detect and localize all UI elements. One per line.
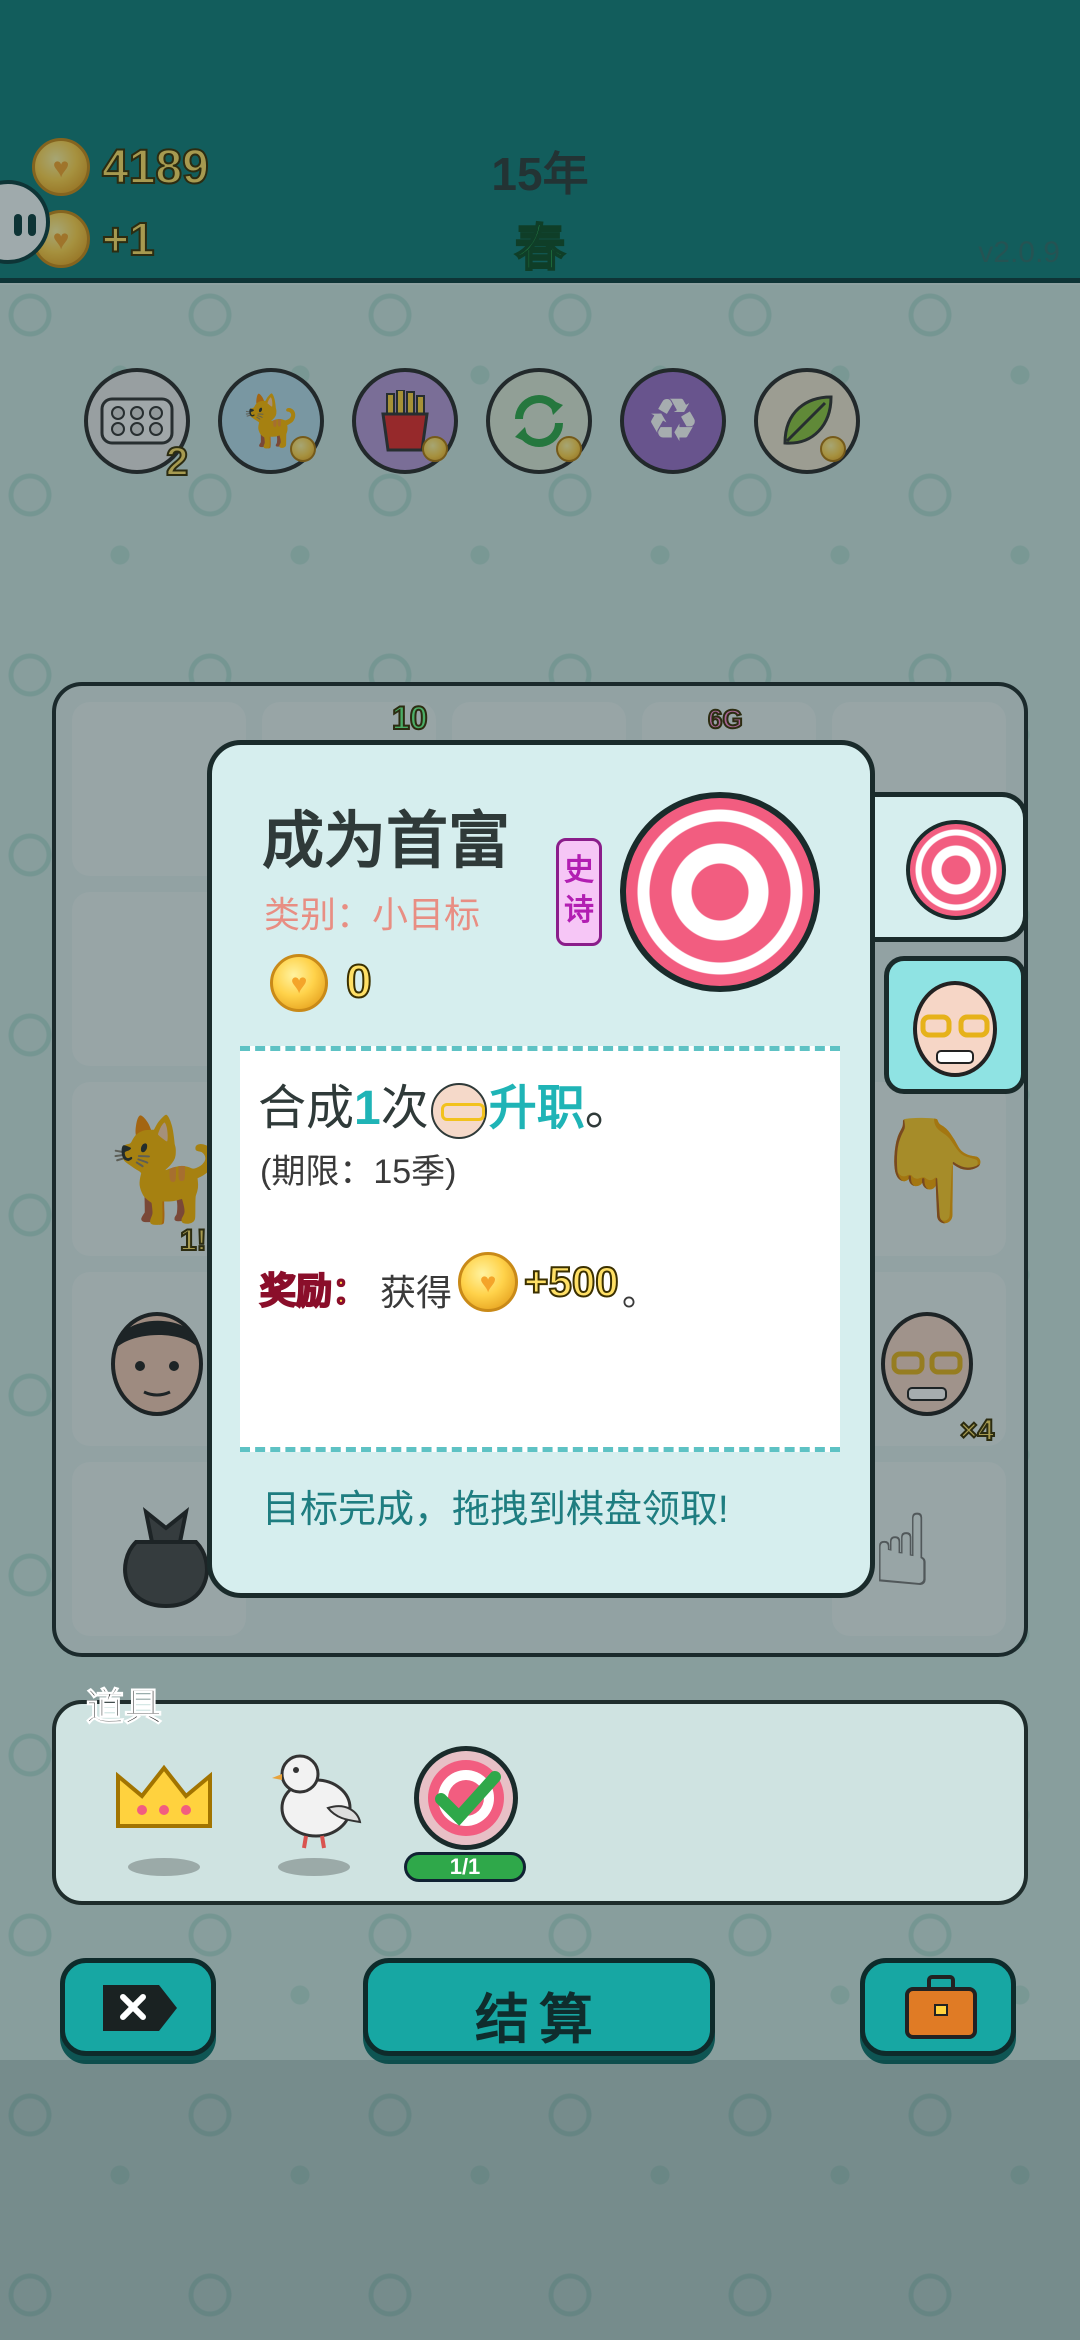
target-icon (620, 792, 820, 992)
delete-button[interactable] (60, 1958, 216, 2056)
pigeon-item[interactable] (266, 1748, 362, 1857)
old-man-face-icon (913, 981, 997, 1077)
crown-icon (116, 1764, 212, 1828)
desc-end: 。 (584, 1082, 633, 1135)
desc-action: 升职 (488, 1082, 585, 1135)
goal-category: 类别：小目标 (264, 894, 481, 935)
pigeon-icon (272, 1754, 362, 1849)
promote-tab[interactable] (884, 956, 1026, 1094)
goal-title: 成为首富 (262, 807, 511, 876)
crown-item[interactable] (112, 1762, 216, 1837)
reward-label: 奖励： (259, 1269, 369, 1312)
item-shadow (278, 1858, 350, 1876)
reward-text: 获得 (380, 1272, 453, 1313)
rarity-badge: 史诗 (556, 838, 602, 946)
goal-deadline: (期限：15季) (260, 1153, 457, 1191)
reward-amount: +500 (523, 1257, 620, 1306)
settle-label: 结算 (475, 1990, 603, 2050)
coin-icon: ♥ (458, 1252, 518, 1312)
item-shadow (128, 1858, 200, 1876)
check-target-item[interactable] (414, 1746, 518, 1850)
target-tab-icon[interactable] (906, 820, 1006, 920)
old-man-face-icon (430, 1083, 487, 1140)
reward-end: 。 (622, 1272, 659, 1313)
goal-description: 合成1次 升职。 (258, 1068, 633, 1140)
goal-complete-note: 目标完成，拖拽到棋盘领取! (262, 1489, 729, 1531)
goal-coin-reward: 0 (345, 954, 373, 1008)
items-label: 道具 (85, 1687, 163, 1730)
backspace-icon (103, 1985, 177, 2031)
briefcase-icon (905, 1975, 977, 2039)
item-progress: 1/1 (404, 1852, 526, 1882)
desc-prefix: 合成 (258, 1082, 355, 1135)
desc-times: 次 (380, 1082, 429, 1135)
check-target-icon (428, 1760, 504, 1836)
briefcase-button[interactable] (860, 1958, 1016, 2056)
coin-icon: ♥ (270, 954, 328, 1012)
desc-count: 1 (354, 1082, 381, 1135)
bottom-shade (0, 2060, 1080, 2340)
